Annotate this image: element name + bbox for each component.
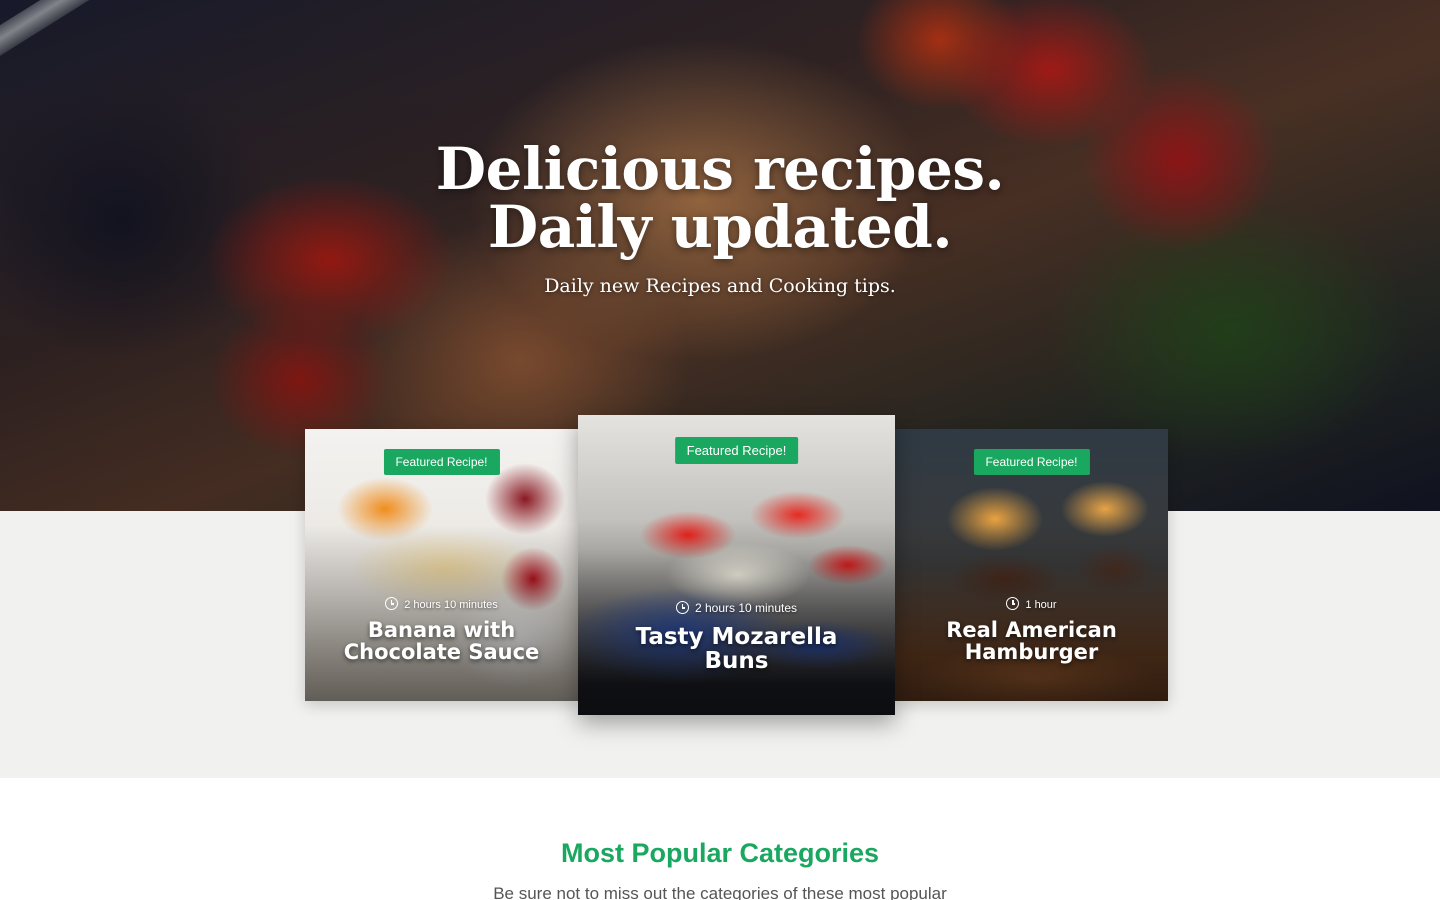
categories-title: Most Popular Categories <box>560 838 880 868</box>
cook-time: 2 hours 10 minutes <box>578 601 895 615</box>
categories-section: Most Popular Categories Be sure not to m… <box>0 778 1440 900</box>
featured-badge: Featured Recipe! <box>383 449 500 475</box>
cook-time: 1 hour <box>895 597 1168 611</box>
featured-badge: Featured Recipe! <box>973 449 1090 475</box>
categories-subtitle: Be sure not to miss out the categories o… <box>493 884 947 900</box>
cook-time: 2 hours 10 minutes <box>305 597 578 611</box>
hero-title: Delicious recipes. Daily updated. <box>0 140 1440 256</box>
hero-subtitle: Daily new Recipes and Cooking tips. <box>544 275 896 297</box>
featured-badge: Featured Recipe! <box>674 437 799 464</box>
recipe-card-banana[interactable]: Featured Recipe! 2 hours 10 minutes Bana… <box>305 429 578 701</box>
recipe-card-hamburger[interactable]: Featured Recipe! 1 hour Real American Ha… <box>895 429 1168 701</box>
cook-time-label: 2 hours 10 minutes <box>404 599 498 611</box>
cook-time-label: 2 hours 10 minutes <box>694 601 798 615</box>
clock-icon <box>385 597 399 610</box>
recipe-title[interactable]: Tasty Mozarella Buns <box>578 625 895 673</box>
clock-icon <box>1006 597 1020 610</box>
hero-fork-decoration <box>0 0 462 65</box>
recipe-title[interactable]: Real American Hamburger <box>895 619 1168 663</box>
clock-icon <box>675 601 689 614</box>
cook-time-label: 1 hour <box>1025 599 1057 611</box>
recipe-card-mozarella[interactable]: Featured Recipe! 2 hours 10 minutes Tast… <box>578 415 895 715</box>
hero-title-line2: Daily updated. <box>487 193 953 261</box>
recipe-title[interactable]: Banana with Chocolate Sauce <box>305 619 578 663</box>
